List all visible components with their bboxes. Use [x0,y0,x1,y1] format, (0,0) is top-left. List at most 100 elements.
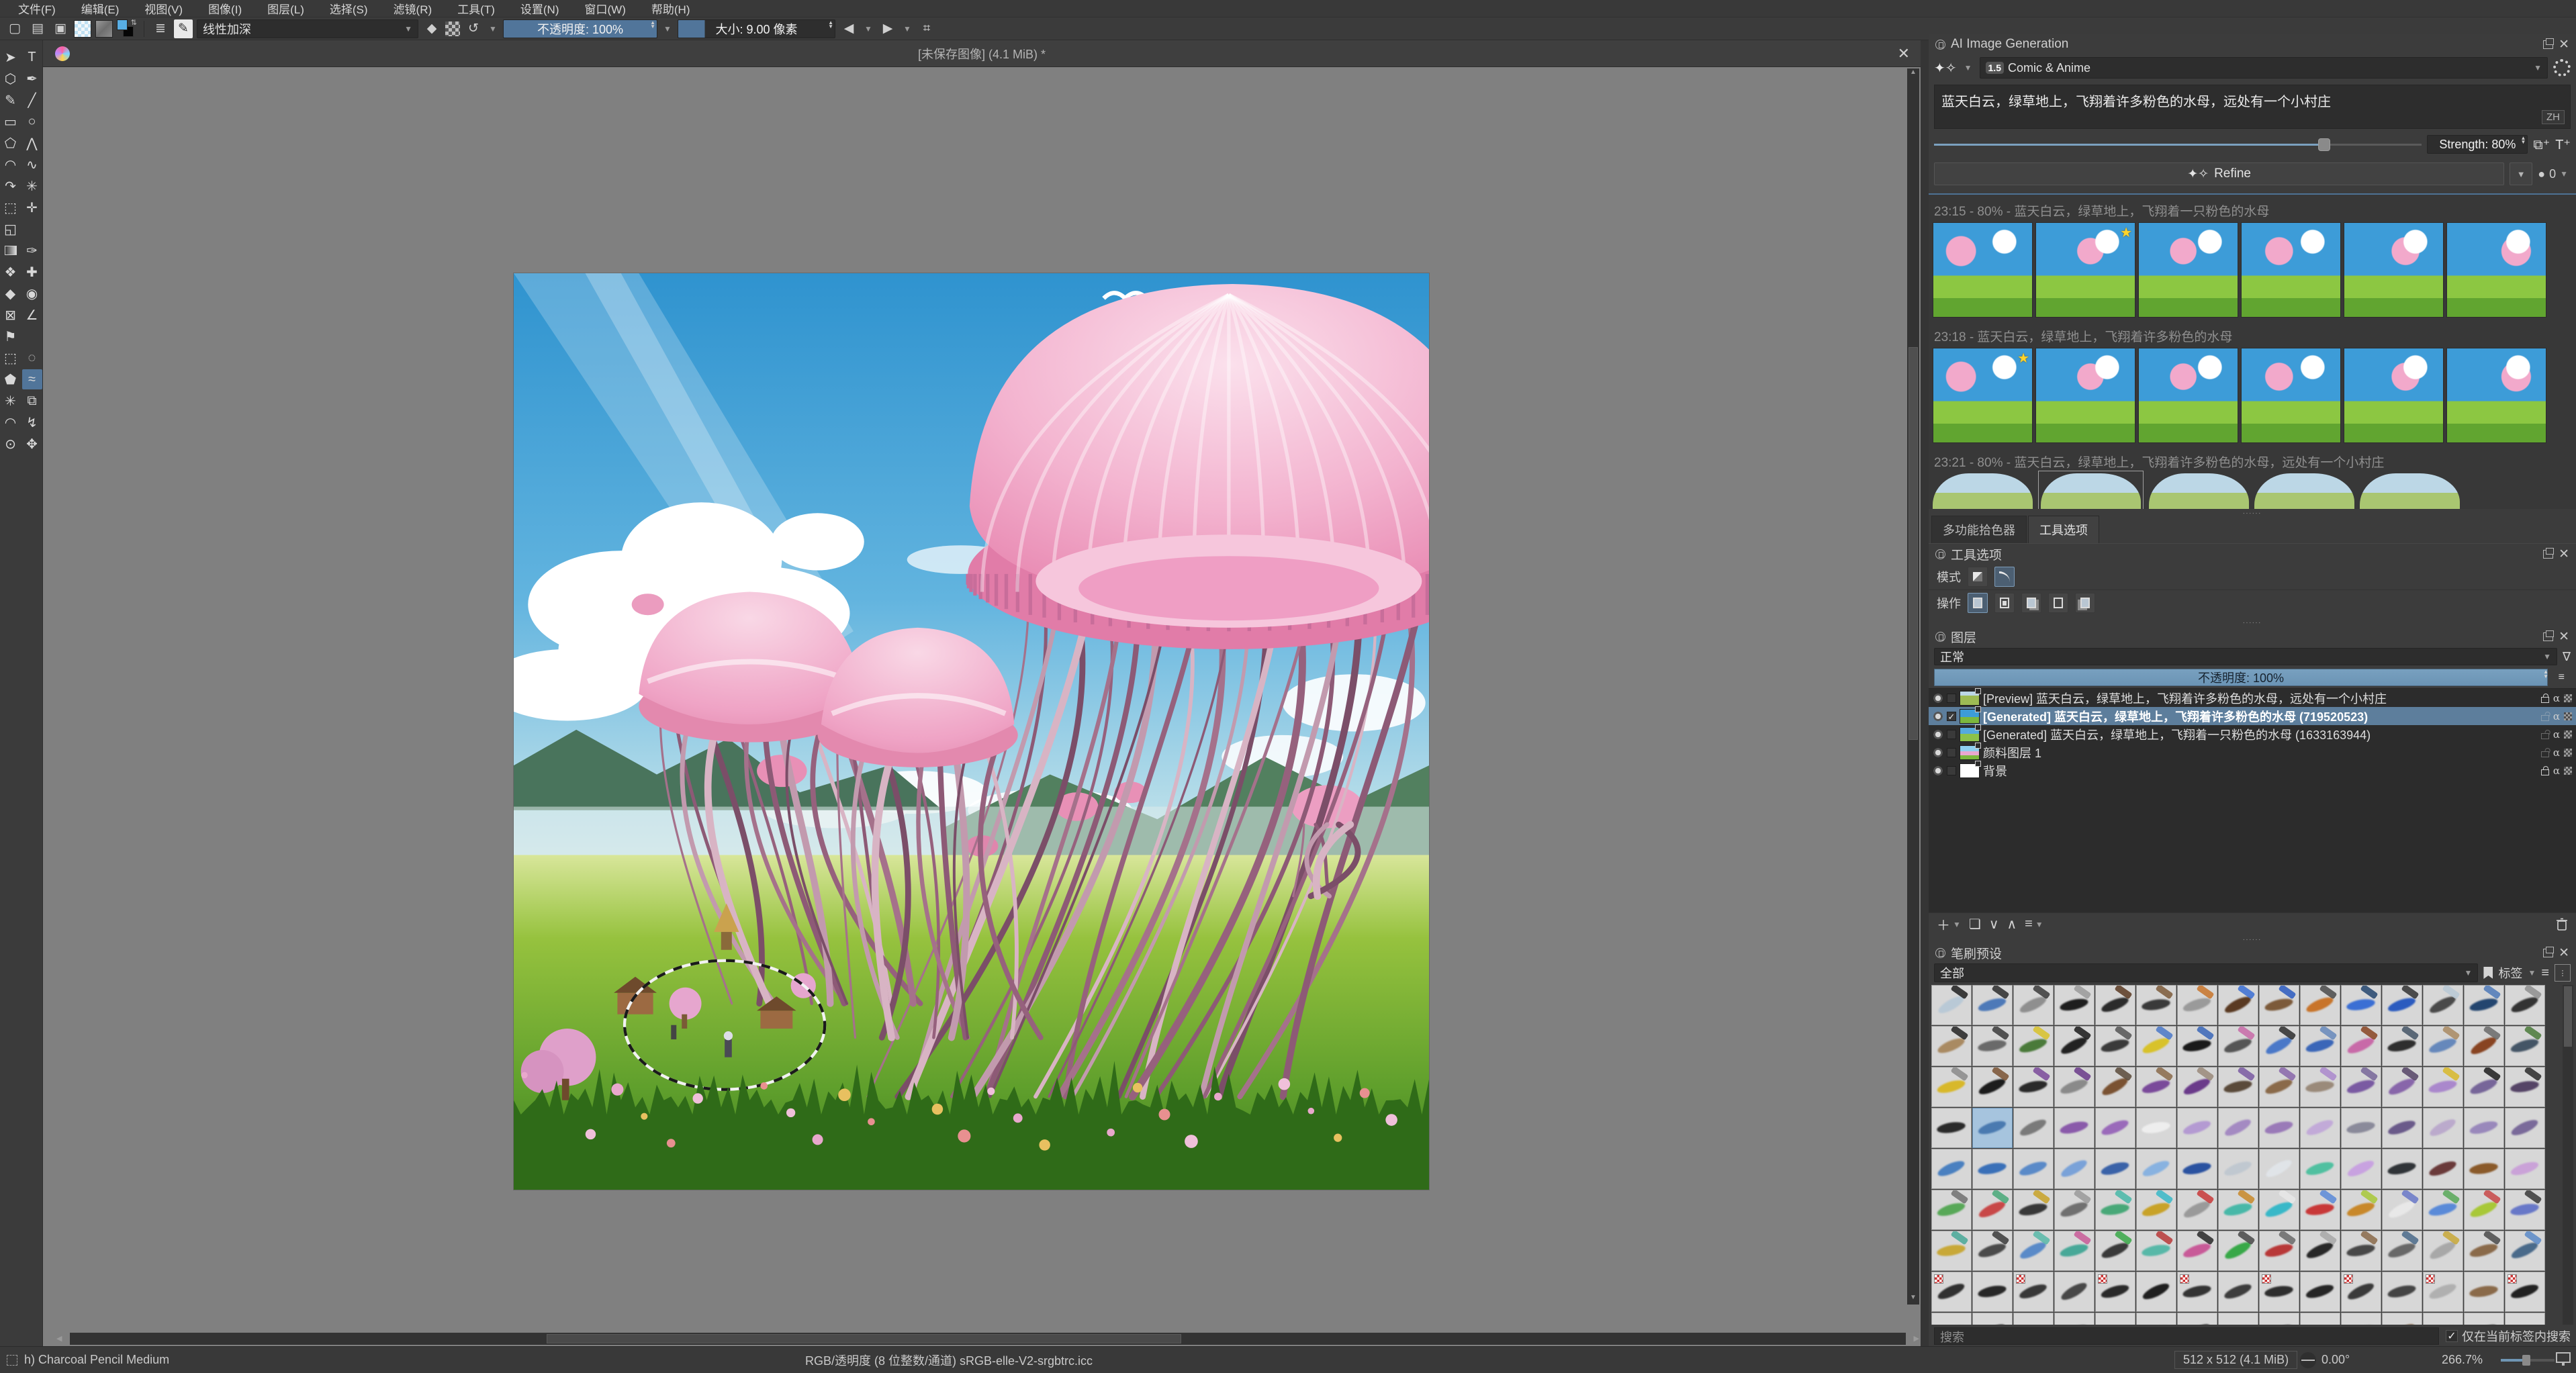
brush-preset-tile[interactable] [2054,1272,2095,1312]
action-symmetric-button[interactable] [2075,593,2095,613]
eraser-toggle-icon[interactable]: ◆ [422,19,441,38]
menu-视图V[interactable]: 视图(V) [133,0,194,17]
refine-button[interactable]: ✦✧ Refine [1934,162,2505,185]
layer-visibility-icon[interactable] [1933,728,1943,740]
generated-thumbnail[interactable]: ★ [2035,222,2135,318]
brush-grid-scrollbar[interactable] [2563,985,2573,1325]
brush-preset-tile[interactable] [2136,1231,2176,1271]
brush-preset-tile[interactable] [2054,1190,2095,1230]
brush-preset-tile[interactable] [1972,1272,2013,1312]
brush-preset-tile[interactable] [2505,1231,2545,1271]
tool-smart-patch-icon[interactable]: ✚ [22,262,42,282]
generated-thumbnail[interactable] [2446,222,2546,318]
brush-preset-tile[interactable] [2505,985,2545,1025]
chevron-down-icon[interactable]: ▼ [487,24,499,34]
layer-visibility-icon[interactable] [1933,692,1943,704]
brush-preset-tile[interactable] [2341,1231,2381,1271]
tool-text-icon[interactable]: T [22,47,42,67]
brush-preset-tile[interactable] [2054,1313,2095,1325]
layer-lock-icon[interactable] [2540,765,2549,775]
add-text-icon[interactable]: T⁺ [2555,136,2571,153]
menu-文件F[interactable]: 文件(F) [7,0,67,17]
pattern-swatch[interactable] [74,19,91,38]
dock-resize-handle[interactable]: ⸱⸱⸱⸱⸱⸱ [1929,935,2576,944]
brush-preset-tile[interactable] [2300,1313,2340,1325]
brush-preset-tile[interactable] [1972,1313,2013,1325]
brush-preset-tile[interactable] [1931,1026,1972,1066]
brush-preset-tile[interactable] [2095,1231,2135,1271]
snap-settings-icon[interactable]: ⌗ [917,19,936,38]
brush-preset-tile[interactable] [2259,1190,2299,1230]
brush-preset-tile[interactable] [2300,1149,2340,1189]
view-mode-icon[interactable]: ≡ [2541,965,2549,981]
brush-preset-tile[interactable] [2259,1149,2299,1189]
generated-thumbnail[interactable] [2446,348,2546,443]
float-docker-icon[interactable] [2543,547,2555,559]
docker-lock-icon[interactable] [1935,549,1945,559]
layer-lock-icon[interactable] [2540,732,2549,739]
layer-checkbox[interactable]: ✓ [1947,711,1956,721]
brush-preset-tile[interactable] [2013,1313,2054,1325]
brush-preset-tile[interactable] [2177,1272,2217,1312]
refine-options-dropdown[interactable]: ▼ [2510,162,2533,185]
layer-thumbnail[interactable] [1960,706,1981,724]
menu-图层L[interactable]: 图层(L) [256,0,316,17]
scroll-down-icon[interactable]: ▼ [1907,1294,1919,1305]
brush-preset-tile[interactable] [2300,985,2340,1025]
generated-thumbnail[interactable] [2149,473,2249,509]
layer-row[interactable]: 颜料图层 1 α [1929,742,2576,761]
brush-preset-tile[interactable] [2382,1190,2422,1230]
brush-preset-tile[interactable] [2259,1313,2299,1325]
brush-preset-tile[interactable] [2095,1108,2135,1148]
canvas-painting[interactable] [514,273,1429,1190]
generated-thumbnail[interactable] [1933,473,2033,509]
mode-vector-button[interactable] [1994,567,2015,587]
float-docker-icon[interactable] [2543,38,2555,49]
tool-rect-select-icon[interactable]: ⬚ [1,348,21,368]
brush-preset-tile[interactable] [2218,1149,2258,1189]
brush-preset-tile[interactable] [2095,1067,2135,1107]
brush-preset-tile[interactable] [2382,1231,2422,1271]
brush-preset-tile[interactable] [2054,1231,2095,1271]
brush-preset-tile[interactable] [1972,1067,2013,1107]
menu-帮助H[interactable]: 帮助(H) [640,0,702,17]
brush-preset-tile[interactable] [2382,985,2422,1025]
tool-select-shapes-icon[interactable]: ➤ [1,47,21,67]
brush-preset-tile[interactable] [1972,1190,2013,1230]
tool-move-icon[interactable]: ✛ [22,197,42,218]
brush-preset-tile[interactable] [2423,1026,2463,1066]
layer-thumbnail[interactable] [1960,688,1981,706]
layer-visibility-icon[interactable] [1933,710,1943,722]
brush-preset-tile[interactable] [2423,1190,2463,1230]
layer-name[interactable]: 颜料图层 1 [1983,744,2538,761]
brush-preset-tile[interactable] [2300,1231,2340,1271]
brush-preset-tile[interactable] [2054,985,2095,1025]
generated-thumbnail[interactable] [2138,348,2238,443]
layer-checkbox[interactable] [1947,747,1956,757]
brush-preset-tile[interactable] [2136,985,2176,1025]
brush-preset-tile[interactable] [2136,1149,2176,1189]
generated-thumbnail[interactable] [2344,222,2444,318]
brush-preset-tile[interactable] [2341,1108,2381,1148]
brush-preset-tile[interactable] [2095,1313,2135,1325]
action-intersect-button[interactable] [1994,593,2015,613]
brush-preset-tile[interactable] [2013,1231,2054,1271]
menu-滤镜R[interactable]: 滤镜(R) [382,0,444,17]
brush-preset-tile[interactable] [2464,985,2504,1025]
brush-preset-tile[interactable] [2095,1026,2135,1066]
action-replace-button[interactable] [1968,593,1988,613]
brush-preset-tile[interactable] [1972,1026,2013,1066]
tool-ellipse-icon[interactable]: ○ [22,111,42,132]
brush-preset-tile[interactable] [2013,985,2054,1025]
generated-thumbnail[interactable] [2360,473,2460,509]
brush-preset-tile[interactable] [2218,1190,2258,1230]
search-in-tag-checkbox[interactable]: ✓ 仅在当前标签内搜索 [2446,1327,2571,1345]
generated-thumbnail[interactable] [2041,473,2141,509]
generated-thumbnail[interactable]: ★ [1933,348,2033,443]
filter-layers-icon[interactable]: ∇ [2563,650,2571,664]
brush-preset-tile[interactable] [2095,1272,2135,1312]
brush-preset-tile[interactable] [2218,1108,2258,1148]
prompt-textarea[interactable]: 蓝天白云，绿草地上，飞翔着许多粉色的水母，远处有一个小村庄 ZH [1934,85,2571,129]
layer-name[interactable]: [Preview] 蓝天白云，绿草地上，飞翔着许多粉色的水母，远处有一个小村庄 [1983,690,2538,707]
docker-lock-icon[interactable] [1935,39,1945,50]
